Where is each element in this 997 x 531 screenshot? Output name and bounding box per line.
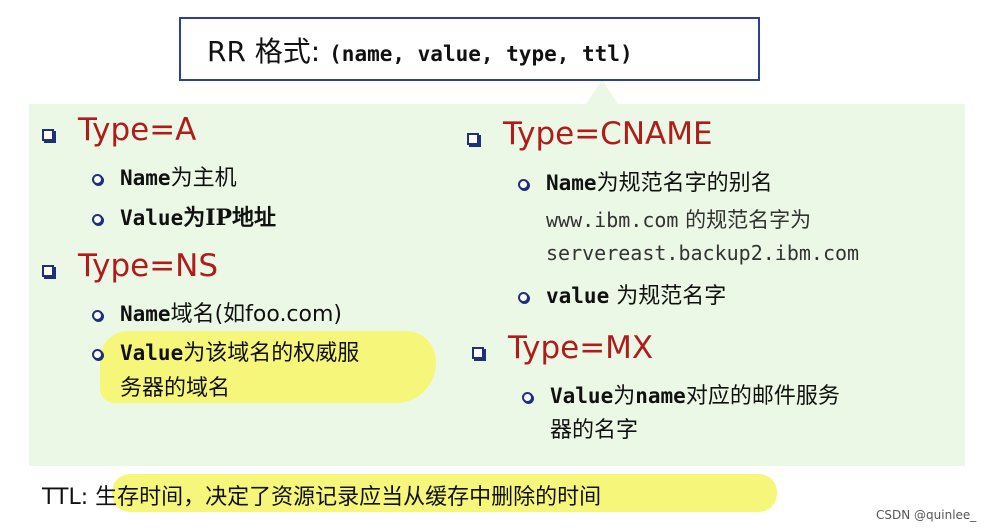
cname-example-host: www.ibm.com	[546, 208, 679, 232]
type-mx-value-bold: Value	[550, 384, 614, 408]
callout-pointer	[586, 80, 618, 104]
bullet-square-icon	[467, 130, 479, 149]
type-cname-name-bold: Name	[546, 171, 597, 195]
type-ns-name-item: Name域名(如foo.com)	[120, 296, 342, 328]
cname-example-line1: www.ibm.com 的规范名字为	[546, 204, 811, 234]
bullet-square-icon	[42, 126, 54, 145]
type-a-name-bold: Name	[120, 166, 171, 190]
bullet-circle-icon	[518, 175, 529, 194]
type-ns-value-line2: 务器的域名	[120, 376, 231, 401]
type-cname-value-item: value 为规范名字	[546, 278, 726, 310]
bullet-square-icon	[42, 262, 54, 281]
bullet-square-icon	[472, 344, 484, 363]
type-ns-name-bold: Name	[120, 302, 171, 326]
type-a-value-item: Value为IP地址	[120, 200, 276, 232]
ttl-line: TTL: 生存时间，决定了资源记录应当从缓存中删除的时间	[42, 479, 601, 511]
type-mx-value-item: Value为name对应的邮件服务	[550, 378, 840, 410]
type-cname-value-bold: value	[546, 284, 610, 308]
rr-format-tuple: (name, value, type, ttl)	[329, 42, 633, 66]
bullet-circle-icon	[522, 388, 533, 407]
bullet-circle-icon	[92, 210, 103, 229]
ttl-label: TTL:	[42, 485, 96, 510]
type-ns-value-item: Value为该域名的权威服	[120, 335, 359, 367]
type-cname-value-text: 为规范名字	[609, 284, 727, 309]
bullet-circle-icon	[518, 288, 529, 307]
type-a-name-item: Name为主机	[120, 160, 237, 192]
type-mx-value-text-b: 对应的邮件服务	[685, 384, 840, 409]
cname-example-text: 的规范名字为	[678, 208, 812, 232]
type-cname-name-text: 为规范名字的别名	[596, 171, 773, 196]
bullet-circle-icon	[92, 306, 103, 325]
type-a-value-bold: Value	[120, 206, 184, 230]
type-ns-value-text-1: 为该域名的权威服	[183, 341, 360, 366]
type-cname-heading: Type=CNAME	[503, 116, 713, 152]
type-a-name-text: 为主机	[170, 166, 237, 191]
type-mx-value-line2: 器的名字	[550, 418, 639, 443]
type-ns-value-bold: Value	[120, 341, 184, 365]
type-ns-heading: Type=NS	[78, 248, 219, 284]
rr-format-title: RR 格式: (name, value, type, ttl)	[207, 30, 633, 70]
ttl-description: 生存时间，决定了资源记录应当从缓存中删除的时间	[95, 485, 602, 510]
record-types-panel	[29, 104, 965, 466]
type-mx-name-bold: name	[635, 384, 686, 408]
cname-example-line2: servereast.backup2.ibm.com	[546, 241, 860, 265]
type-cname-name-item: Name为规范名字的别名	[546, 165, 773, 197]
type-ns-name-text: 域名(如foo.com)	[170, 302, 343, 327]
bullet-circle-icon	[92, 170, 103, 189]
watermark: CSDN @quinlee_	[876, 508, 977, 522]
type-mx-heading: Type=MX	[508, 330, 654, 366]
type-a-heading: Type=A	[78, 112, 197, 148]
rr-format-prefix: RR 格式:	[207, 35, 330, 68]
bullet-circle-icon	[92, 345, 103, 364]
type-mx-value-text-a: 为	[613, 384, 636, 409]
type-a-value-text: 为IP地址	[183, 205, 277, 231]
